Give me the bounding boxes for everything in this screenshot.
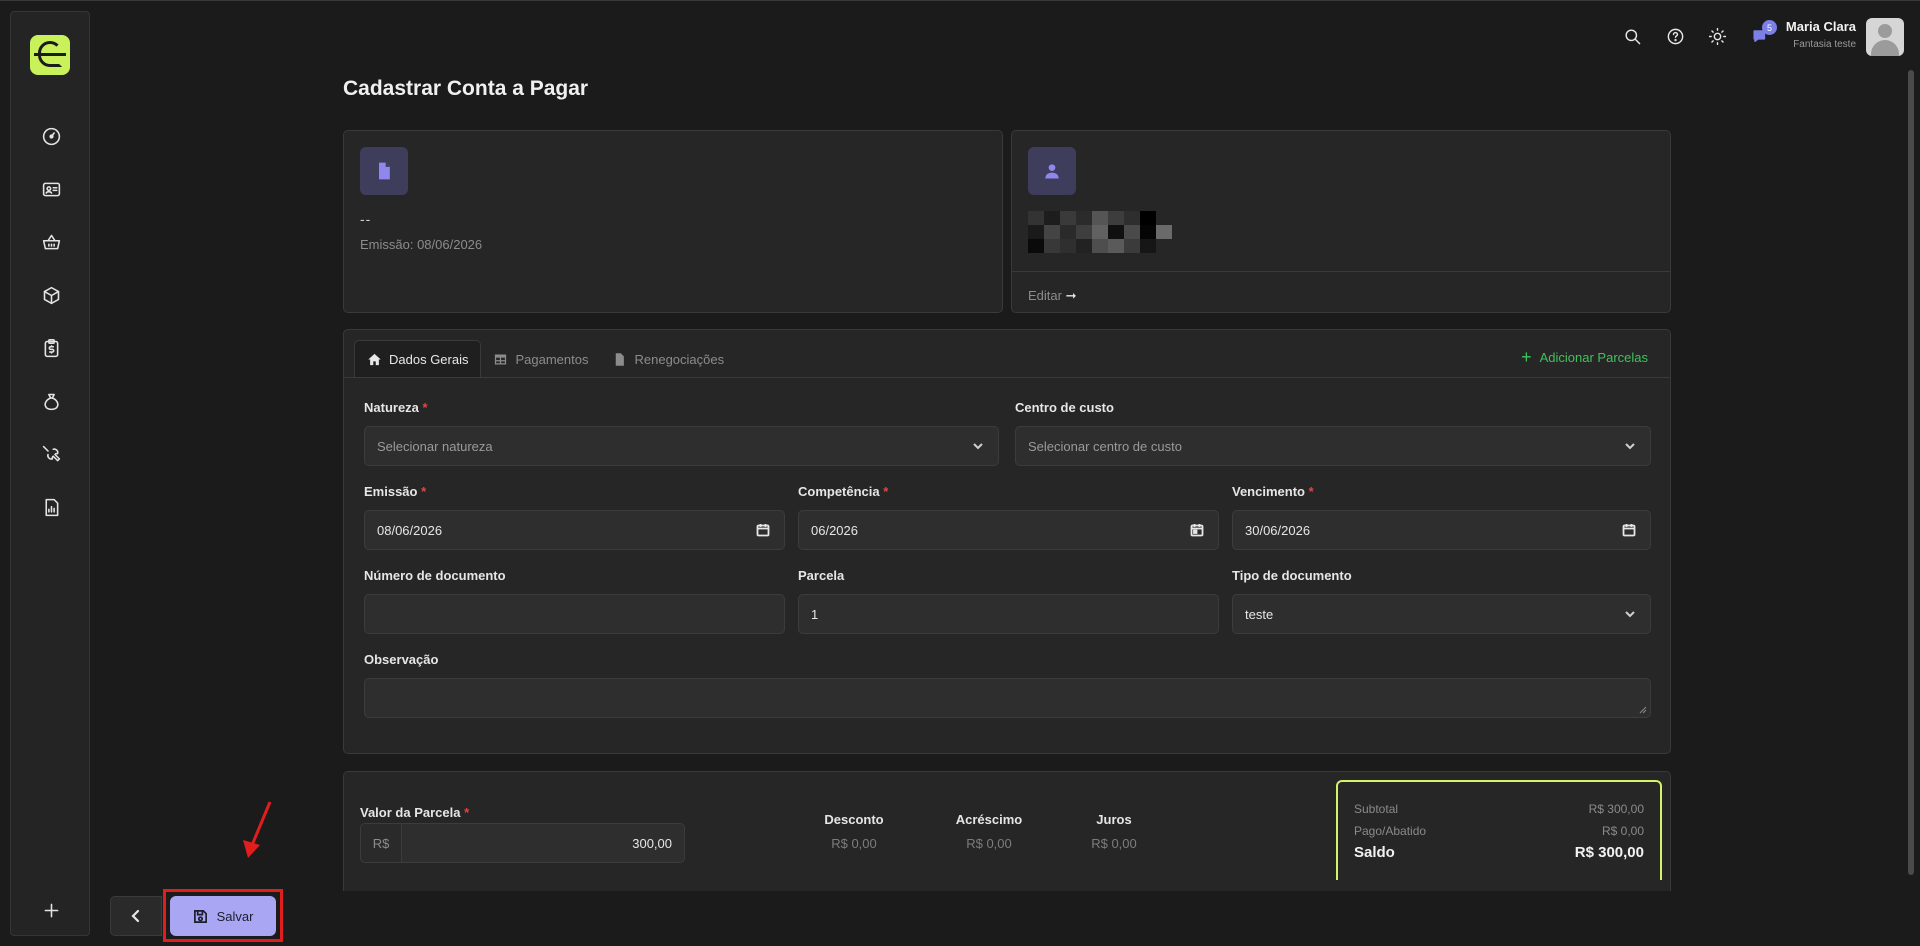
id-card-icon [42,182,60,196]
centro-custo-select[interactable]: Selecionar centro de custo [1015,426,1651,466]
nav-dashboard[interactable] [31,116,71,156]
parcela-label: Parcela [798,568,845,583]
save-icon [193,909,207,923]
nav-add[interactable] [31,890,71,930]
supplier-icon-box [1028,147,1076,195]
calendar-icon[interactable] [756,523,770,537]
document-icon-box [360,147,408,195]
nav-tools[interactable] [31,434,71,474]
summary-box: Subtotal R$ 300,00 Pago/Abatido R$ 0,00 … [1336,780,1662,880]
file-icon [379,162,390,180]
calendar-icon[interactable] [1622,523,1636,537]
chevron-left-icon [131,909,140,923]
vencimento-label: Vencimento * [1232,484,1314,499]
edit-label: Editar [1028,288,1062,303]
supplier-card: Editar ➞ [1011,130,1671,313]
report-icon [44,498,58,516]
arrow-right-icon: ➞ [1065,288,1077,303]
home-icon [368,353,381,366]
user-name: Maria Clara [1785,19,1856,34]
money-bag-icon [43,393,59,410]
sidebar [10,11,90,936]
redacted-supplier-name [1028,211,1172,253]
table-icon [495,354,507,364]
valor-parcela-label: Valor da Parcela * [360,805,470,820]
emissao-label: Emissão * [364,484,427,499]
nav-contacts[interactable] [31,169,71,209]
valor-parcela-input[interactable]: 300,00 [401,823,685,863]
chevron-down-icon [972,440,984,452]
edit-supplier-link[interactable]: Editar ➞ [1028,288,1077,304]
plus-icon [44,903,58,917]
nav-reports[interactable] [31,487,71,527]
tipo-documento-label: Tipo de documento [1232,568,1352,583]
juros-label: Juros [1096,812,1132,827]
tab-pagamentos[interactable]: Pagamentos [481,340,600,378]
basket-icon [42,234,60,249]
tab-dados-gerais[interactable]: Dados Gerais [354,340,482,378]
help-button[interactable] [1661,22,1689,50]
avatar[interactable] [1866,18,1904,56]
general-data-card: Dados Gerais Pagamentos Renegociações + … [343,329,1671,754]
competencia-label: Competência * [798,484,889,499]
juros-value: R$ 0,00 [1091,836,1137,851]
chevron-down-icon [1624,440,1636,452]
notifications-button[interactable]: 5 [1746,20,1777,50]
numero-documento-input[interactable] [364,594,785,634]
search-icon [1624,28,1640,44]
nav-money[interactable] [31,381,71,421]
nav-sales[interactable] [31,222,71,262]
scrollbar[interactable] [1908,70,1914,875]
desconto-label: Desconto [824,812,884,827]
competencia-input[interactable]: 06/2026 [798,510,1219,550]
acrescimo-label: Acréscimo [955,812,1023,827]
search-button[interactable] [1618,22,1646,50]
user-company: Fantasia teste [1793,39,1856,50]
app-logo[interactable] [30,35,70,75]
user-icon [1045,164,1059,179]
theme-toggle-button[interactable] [1703,22,1731,50]
natureza-label: Natureza * [364,400,428,415]
saldo-row: Saldo R$ 300,00 [1354,844,1644,861]
desconto-value: R$ 0,00 [831,836,877,851]
wrench-icon [42,445,60,461]
pago-row: Pago/Abatido R$ 0,00 [1354,824,1644,838]
file-icon [616,352,625,366]
help-icon [1667,28,1683,44]
vencimento-date-input[interactable]: 30/06/2026 [1232,510,1651,550]
centro-custo-label: Centro de custo [1015,400,1114,415]
tab-bar: Dados Gerais Pagamentos Renegociações [354,340,736,378]
save-button[interactable]: Salvar [170,896,276,936]
back-button[interactable] [110,896,162,936]
nav-products[interactable] [31,275,71,315]
observacao-label: Observação [364,652,439,667]
subtotal-row: Subtotal R$ 300,00 [1354,802,1644,816]
gauge-icon [42,127,60,145]
annotation-arrow-icon [243,801,272,858]
add-parcelas-button[interactable]: + Adicionar Parcelas [1521,347,1648,367]
calendar-icon[interactable] [1190,523,1204,537]
natureza-select[interactable]: Selecionar natureza [364,426,999,466]
acrescimo-value: R$ 0,00 [966,836,1012,851]
resize-handle-icon[interactable] [1639,706,1647,714]
numero-documento-label: Número de documento [364,568,506,583]
plus-icon: + [1521,347,1532,367]
observacao-textarea[interactable] [364,678,1651,718]
tipo-documento-select[interactable]: teste [1232,594,1651,634]
document-number: -- [360,211,372,227]
clipboard-dollar-icon [44,338,58,357]
notification-count-badge: 5 [1762,20,1777,35]
parcela-input[interactable]: 1 [798,594,1219,634]
sun-icon [1708,27,1726,45]
tab-renegociacoes[interactable]: Renegociações [600,340,736,378]
nav-financial[interactable] [31,328,71,368]
box-icon [43,286,59,304]
window-top-border [0,0,1920,1]
document-emission-date: Emissão: 08/06/2026 [360,237,483,252]
currency-prefix: R$ [360,823,402,863]
document-card: -- Emissão: 08/06/2026 [343,130,1003,313]
page-title: Cadastrar Conta a Pagar [343,77,589,100]
chevron-down-icon [1624,608,1636,620]
emissao-date-input[interactable]: 08/06/2026 [364,510,785,550]
